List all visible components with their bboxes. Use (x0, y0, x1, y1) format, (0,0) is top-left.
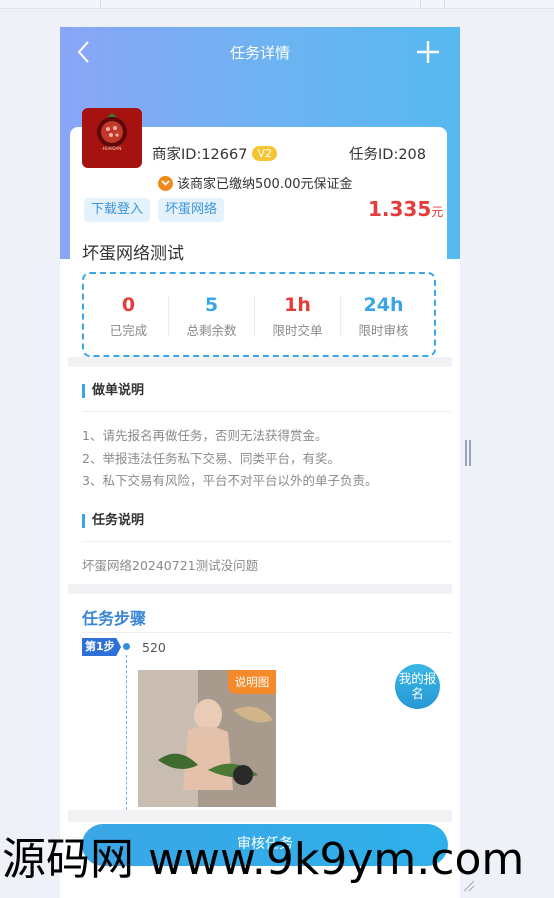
stat-completed: 0 已完成 (86, 294, 171, 339)
task-id: 任务ID:208 (349, 147, 427, 163)
section-separator (68, 357, 452, 367)
site-watermark: 源码网 www.9k9ym.com (2, 834, 525, 885)
task-info-card: ·HUAIDAN· 商家ID:12667 V2 任务ID:208 该商家已缴纳50… (70, 108, 447, 357)
step-number-badge: 第1步 (82, 638, 121, 656)
description-heading: 任务说明 (82, 514, 144, 528)
section-separator (68, 584, 452, 594)
merchant-logo: ·HUAIDAN· (82, 108, 142, 168)
phone-frame: 任务详情 ·HUAIDAN· 商家ID:12667 V2 任务ID:208 该商… (60, 27, 460, 898)
window-top-strip (0, 0, 554, 9)
window-divider (420, 0, 421, 8)
stat-label: 已完成 (109, 323, 148, 338)
merchant-id-label: 商家ID:12667 (152, 147, 248, 163)
task-title: 坏蛋网络测试 (82, 244, 184, 264)
merchant-id: 商家ID:12667 V2 (152, 143, 277, 164)
rules-heading: 做单说明 (82, 384, 144, 398)
divider (82, 541, 452, 542)
task-stats: 0 已完成 5 总剩余数 1h 限时交单 24h 限时审核 (82, 272, 436, 357)
logo-wordmark: ·HUAIDAN· (101, 146, 123, 151)
level-badge: V2 (252, 146, 277, 161)
step-text: 520 (142, 640, 166, 655)
my-signup-button[interactable]: 我的报名 (395, 664, 440, 709)
tag-merchant-name: 坏蛋网络 (158, 198, 225, 222)
rule-line: 2、举报违法任务私下交易、同类平台，有奖。 (82, 451, 340, 466)
splitter-handle[interactable] (465, 440, 471, 466)
stat-remaining: 5 总剩余数 (169, 294, 254, 339)
price-unit: 元 (431, 205, 444, 219)
deposit-notice: 该商家已缴纳500.00元保证金 (158, 173, 353, 192)
stat-value: 0 (121, 294, 136, 316)
stat-review-limit: 24h 限时审核 (341, 294, 426, 339)
add-icon[interactable] (414, 38, 442, 66)
step-timeline (126, 655, 127, 810)
stat-value: 1h (284, 294, 311, 316)
page-title: 任务详情 (229, 44, 290, 62)
tag-download-login: 下载登入 (84, 198, 151, 222)
window-divider (100, 0, 101, 8)
stat-value: 5 (204, 294, 219, 316)
stat-label: 限时交单 (272, 323, 323, 338)
reward-price: 1.335元 (368, 197, 443, 221)
rule-line: 3、私下交易有风险，平台不对平台以外的单子负责。 (82, 473, 378, 488)
stat-label: 限时审核 (358, 323, 409, 338)
deposit-text: 该商家已缴纳500.00元保证金 (177, 177, 353, 192)
divider (82, 632, 452, 633)
window-divider (444, 0, 445, 8)
nav-bar: 任务详情 (60, 27, 460, 77)
divider (82, 411, 452, 412)
step-dot (123, 643, 130, 650)
pomegranate-logo-icon (97, 113, 127, 147)
explanation-image-tag: 说明图 (228, 670, 276, 694)
description-text: 坏蛋网络20240721测试没问题 (82, 558, 259, 573)
deposit-shield-icon (158, 176, 173, 191)
stat-submit-limit: 1h 限时交单 (255, 294, 340, 339)
price-amount: 1.335 (368, 197, 432, 221)
rule-line: 1、请先报名再做任务，否则无法获得赏金。 (82, 428, 328, 443)
steps-heading: 任务步骤 (82, 609, 147, 628)
bottom-separator (68, 810, 452, 822)
stat-value: 24h (363, 294, 404, 316)
stat-label: 总剩余数 (186, 323, 237, 338)
